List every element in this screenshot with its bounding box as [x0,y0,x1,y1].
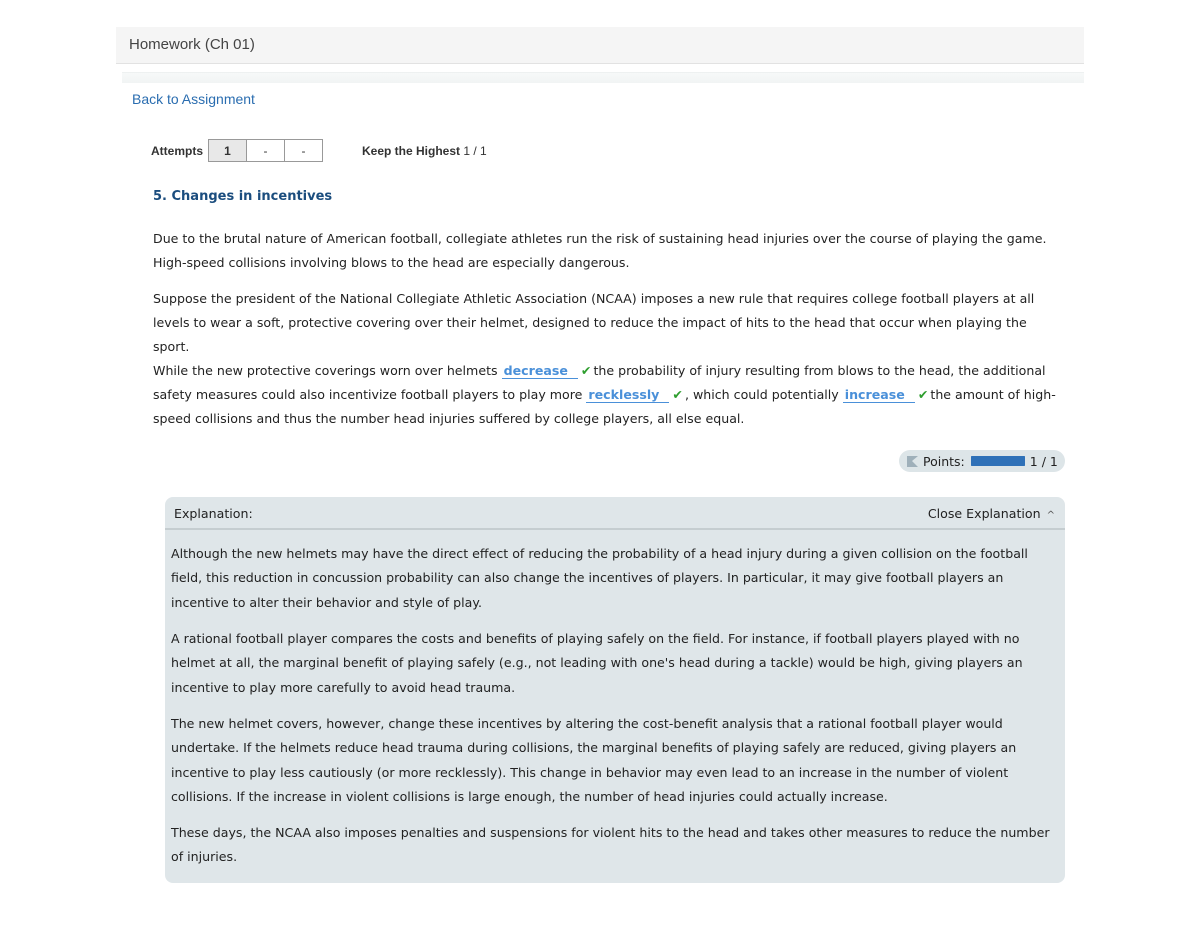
attempts-label: Attempts [151,143,204,158]
explanation-paragraph-3: The new helmet covers, however, change t… [171,716,1017,804]
points-label: Points: [923,453,965,469]
keep-highest: Keep the Highest 1 / 1 [362,144,487,158]
answer-dropdown-3[interactable]: increase [842,387,915,403]
keep-highest-label: Keep the Highest [362,144,461,158]
explanation-header: Explanation: Close Explanation ^ [165,497,1065,530]
header-divider [122,72,1084,83]
explanation-paragraph-1: Although the new helmets may have the di… [171,546,1028,610]
attempt-box-3[interactable]: - [284,139,324,162]
check-icon: ✔ [917,387,929,402]
assignment-header: Homework (Ch 01) [116,27,1084,64]
question-paragraph-2: Suppose the president of the National Co… [153,291,1035,354]
explanation-paragraph-4: These days, the NCAA also imposes penalt… [171,825,1050,865]
back-to-assignment-link[interactable]: Back to Assignment [132,91,255,107]
check-icon: ✔ [672,387,683,402]
answer-dropdown-2[interactable]: recklessly [586,387,670,403]
points-badge: Points: 1 / 1 [899,450,1065,472]
explanation-title: Explanation: [174,506,253,521]
points-progress-bar [970,456,1025,466]
question-paragraph-1: Due to the brutal nature of American foo… [153,231,1047,270]
attempts-tracker: Attempts 1 - - [151,139,324,162]
assignment-title: Homework (Ch 01) [129,36,255,53]
flag-corner-icon [907,455,918,467]
answer-dropdown-1[interactable]: decrease [501,363,578,379]
explanation-panel: Explanation: Close Explanation ^ Although… [165,497,1065,883]
question-paragraph-3: While the new protective coverings worn … [153,359,1065,431]
keep-highest-value: 1 / 1 [463,144,487,158]
attempt-box-2[interactable]: - [246,139,286,162]
question-title: 5. Changes in incentives [153,189,333,204]
check-icon: ✔ [580,363,592,378]
text-segment: , which could potentially [684,387,839,402]
points-value: 1 / 1 [1029,453,1058,469]
explanation-paragraph-2: A rational football player compares the … [171,631,1023,695]
attempt-box-1[interactable]: 1 [208,139,248,162]
text-segment: While the new protective coverings worn … [153,363,498,378]
close-explanation-button[interactable]: Close Explanation ^ [928,506,1055,521]
points-progress-fill [970,456,1025,466]
close-explanation-label: Close Explanation [927,506,1041,521]
chevron-up-icon: ^ [1046,510,1055,521]
